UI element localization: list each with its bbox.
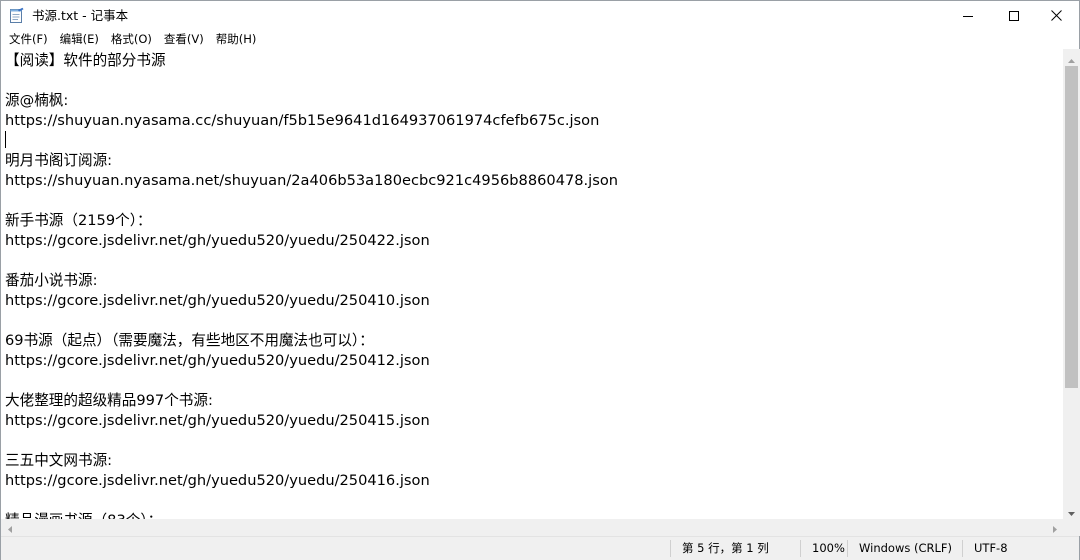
vertical-scroll-thumb[interactable] — [1065, 66, 1078, 388]
text-line-content: 源@楠枫: — [5, 92, 69, 109]
scroll-right-button[interactable] — [1046, 519, 1063, 536]
vertical-scrollbar[interactable] — [1063, 49, 1080, 519]
scrollbar-corner — [1063, 519, 1080, 536]
menu-edit[interactable]: 编辑(E) — [54, 31, 105, 48]
text-line[interactable]: 源@楠枫: — [5, 91, 618, 111]
scroll-left-button[interactable] — [1, 519, 18, 536]
text-line-content: 番茄小说书源: — [5, 272, 98, 289]
text-editor[interactable]: 【阅读】软件的部分书源 源@楠枫: https://shuyuan.nyasama.… — [1, 49, 1063, 519]
text-line[interactable] — [5, 251, 618, 271]
text-line[interactable] — [5, 311, 618, 331]
status-encoding: UTF-8 — [974, 541, 1008, 555]
text-line[interactable]: https://shuyuan.nyasama.net/shuyuan/2a40… — [5, 171, 618, 191]
text-line[interactable] — [5, 71, 618, 91]
minimize-button[interactable] — [945, 1, 991, 30]
status-divider — [800, 540, 801, 557]
text-line-content: https://gcore.jsdelivr.net/gh/yuedu520/y… — [5, 232, 430, 249]
text-line[interactable]: 69书源（起点）（需要魔法，有些地区不用魔法也可以）： — [5, 331, 618, 351]
text-line[interactable]: 精品漫画书源（83个）： — [5, 511, 618, 519]
text-line-content: https://shuyuan.nyasama.cc/shuyuan/f5b15… — [5, 112, 600, 129]
text-line[interactable]: https://shuyuan.nyasama.cc/shuyuan/f5b15… — [5, 111, 618, 131]
status-bar: 第 5 行，第 1 列 100% Windows (CRLF) UTF-8 — [1, 536, 1079, 560]
status-divider — [962, 540, 963, 557]
notepad-icon — [9, 7, 24, 24]
text-line-content: https://gcore.jsdelivr.net/gh/yuedu520/y… — [5, 292, 430, 309]
menu-view[interactable]: 查看(V) — [158, 31, 210, 48]
menu-format[interactable]: 格式(O) — [105, 31, 158, 48]
status-zoom: 100% — [812, 541, 845, 555]
text-line-content: 大佬整理的超级精品997个书源: — [5, 392, 213, 409]
text-line[interactable]: 【阅读】软件的部分书源 — [5, 51, 618, 71]
close-icon — [1050, 6, 1062, 25]
text-line-content: https://gcore.jsdelivr.net/gh/yuedu520/y… — [5, 472, 430, 489]
chevron-up-icon — [1068, 48, 1075, 67]
maximize-icon — [1009, 6, 1019, 25]
notepad-window: 书源.txt - 记事本 文件(F) 编辑(E) 格式(O) 查看(V) 帮助(… — [0, 0, 1080, 560]
text-line-content: 【阅读】软件的部分书源 — [5, 52, 166, 69]
text-line[interactable] — [5, 491, 618, 511]
text-line[interactable]: 大佬整理的超级精品997个书源: — [5, 391, 618, 411]
text-line[interactable]: 新手书源（2159个）： — [5, 211, 618, 231]
text-line-content: https://gcore.jsdelivr.net/gh/yuedu520/y… — [5, 412, 430, 429]
text-line[interactable]: https://gcore.jsdelivr.net/gh/yuedu520/y… — [5, 231, 618, 251]
editor-content[interactable]: 【阅读】软件的部分书源 源@楠枫: https://shuyuan.nyasama.… — [5, 51, 618, 519]
status-divider — [847, 540, 848, 557]
menu-help[interactable]: 帮助(H) — [210, 31, 263, 48]
title-bar[interactable]: 书源.txt - 记事本 — [1, 1, 1079, 30]
text-line[interactable]: 番茄小说书源: — [5, 271, 618, 291]
close-button[interactable] — [1033, 1, 1079, 30]
menu-bar: 文件(F) 编辑(E) 格式(O) 查看(V) 帮助(H) — [1, 30, 1079, 49]
window-title: 书源.txt - 记事本 — [32, 8, 129, 23]
text-line[interactable]: https://gcore.jsdelivr.net/gh/yuedu520/y… — [5, 411, 618, 431]
text-line[interactable]: https://gcore.jsdelivr.net/gh/yuedu520/y… — [5, 351, 618, 371]
text-caret — [5, 131, 6, 148]
text-line[interactable]: https://gcore.jsdelivr.net/gh/yuedu520/y… — [5, 471, 618, 491]
text-line-content: https://gcore.jsdelivr.net/gh/yuedu520/y… — [5, 352, 430, 369]
status-line-ending: Windows (CRLF) — [859, 541, 953, 555]
text-line[interactable] — [5, 431, 618, 451]
horizontal-scrollbar[interactable] — [1, 519, 1063, 536]
chevron-left-icon — [7, 518, 12, 537]
menu-file[interactable]: 文件(F) — [3, 31, 54, 48]
text-line-content: 精品漫画书源（83个）： — [5, 512, 162, 519]
text-line[interactable]: https://gcore.jsdelivr.net/gh/yuedu520/y… — [5, 291, 618, 311]
scroll-up-button[interactable] — [1063, 49, 1080, 66]
status-divider — [670, 540, 671, 557]
chevron-right-icon — [1052, 518, 1057, 537]
text-line[interactable] — [5, 131, 618, 151]
text-line-content: 三五中文网书源: — [5, 452, 113, 469]
chevron-down-icon — [1068, 501, 1075, 520]
text-line-content: 明月书阁订阅源: — [5, 152, 113, 169]
minimize-icon — [963, 6, 973, 25]
status-cursor-position: 第 5 行，第 1 列 — [682, 541, 769, 555]
text-line[interactable] — [5, 191, 618, 211]
scroll-down-button[interactable] — [1063, 502, 1080, 519]
text-line-content: 69书源（起点）（需要魔法，有些地区不用魔法也可以）： — [5, 332, 374, 349]
text-line-content: https://shuyuan.nyasama.net/shuyuan/2a40… — [5, 172, 619, 189]
maximize-button[interactable] — [991, 1, 1037, 30]
text-line-content: 新手书源（2159个）： — [5, 212, 152, 229]
text-line[interactable]: 明月书阁订阅源: — [5, 151, 618, 171]
text-line[interactable]: 三五中文网书源: — [5, 451, 618, 471]
text-line[interactable] — [5, 371, 618, 391]
